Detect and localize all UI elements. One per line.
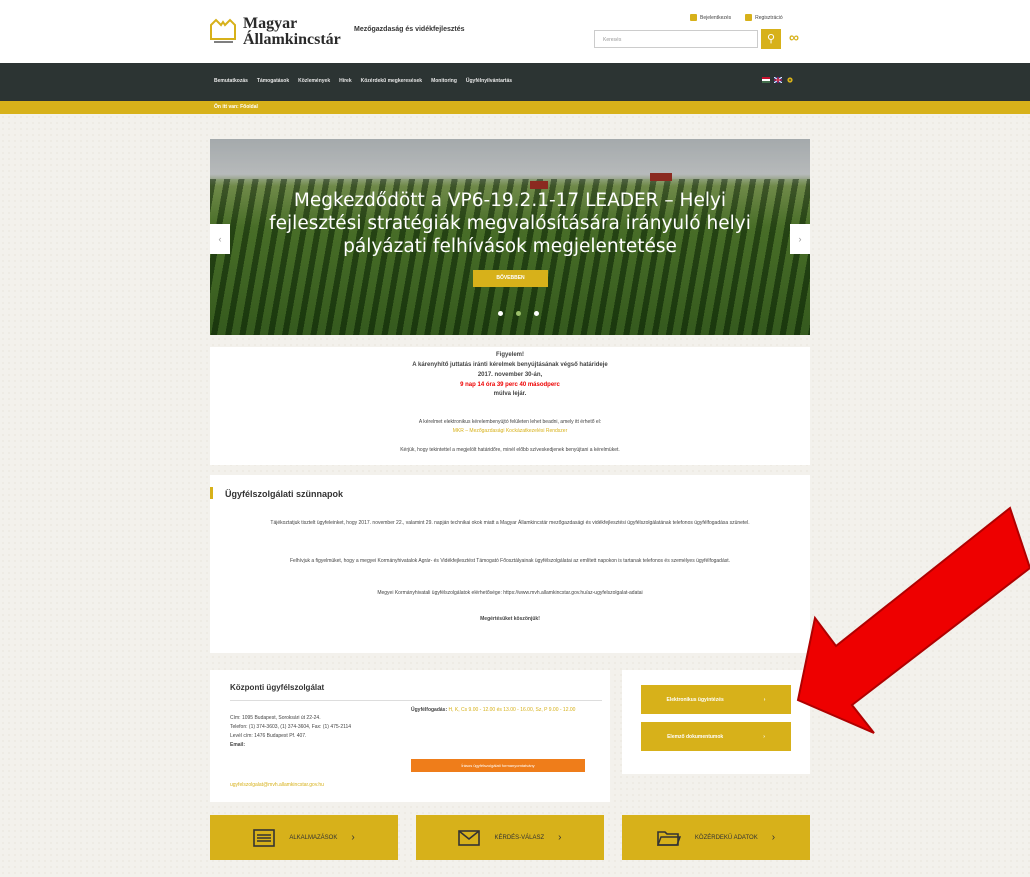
notice-text: múlva lejár.	[493, 391, 527, 397]
logo[interactable]: Magyar Államkincstár	[209, 16, 341, 48]
hours-text: H, K, Cs 9.00 - 12.00 és 13.00 - 16.00, …	[448, 707, 576, 713]
contact-details: Cím: 1095 Budapest, Soroksári út 22-24. …	[230, 714, 410, 750]
site-header: Magyar Államkincstár Mezőgazdaság és vid…	[0, 0, 1030, 63]
applications-button[interactable]: ALKALMAZÁSOK ›	[210, 815, 398, 860]
slider-dots	[498, 311, 539, 316]
closure-paragraph: Tájékoztatjuk tisztelt ügyfeleinket, hog…	[270, 520, 750, 526]
login-link[interactable]: Bejelentkezés	[690, 14, 731, 21]
nav-item-inquiries[interactable]: Közérdekű megkeresések	[361, 78, 422, 84]
english-flag-icon[interactable]	[774, 77, 782, 83]
chevron-right-icon: ›	[771, 832, 776, 843]
central-service-title: Központi ügyfélszolgálat	[230, 683, 325, 692]
phone: Telefon: (1) 374-3603, (1) 374-3604, Fax…	[230, 724, 352, 730]
analysis-docs-label: Elemző dokumentumok	[667, 733, 724, 740]
closure-paragraph: Felhívjuk a figyelmüket, hogy a megyei K…	[289, 558, 731, 564]
search-input[interactable]: Keresés	[594, 30, 758, 48]
nav-item-news[interactable]: Hírek	[339, 78, 352, 84]
nav-item-announcements[interactable]: Közlemények	[298, 78, 330, 84]
deadline-notice: Figyelem! A kárenyhítő juttatás iránti k…	[210, 347, 810, 465]
applications-label: ALKALMAZÁSOK	[289, 834, 338, 841]
opening-hours: Ügyfélfogadás: H, K, Cs 9.00 - 12.00 és …	[411, 706, 601, 714]
folder-icon	[656, 830, 681, 846]
public-data-label: KÖZÉRDEKŰ ADATOK	[694, 834, 758, 841]
notice-date: 2017. november 30-án,	[477, 372, 543, 378]
envelope-icon	[458, 829, 481, 846]
quick-links-box: Elektronikus ügyintézés › Elemző dokument…	[622, 670, 810, 774]
mail-address: Levél cím: 1476 Budapest Pf. 407.	[230, 733, 307, 739]
hungarian-flag-icon[interactable]	[762, 77, 770, 83]
main-nav: Bemutatkozás Támogatások Közlemények Hír…	[0, 63, 1030, 101]
public-data-button[interactable]: KÖZÉRDEKŰ ADATOK ›	[622, 815, 810, 860]
closure-link[interactable]: Megyei Kormányhivatali ügyfélszolgálatok…	[230, 589, 790, 597]
closure-title: Ügyfélszolgálati szünnapok	[225, 489, 344, 499]
hours-label: Ügyfélfogadás:	[411, 707, 448, 713]
slider-next-button[interactable]: ›	[790, 224, 810, 254]
chevron-right-icon: ›	[763, 733, 765, 740]
tractor-decoration	[650, 173, 672, 181]
chevron-right-icon: ›	[351, 832, 355, 843]
tractor-decoration	[530, 181, 548, 189]
slider-dot[interactable]	[498, 311, 503, 316]
hero-more-button[interactable]: BŐVEBBEN	[473, 270, 548, 287]
e-services-label: Elektronikus ügyintézés	[666, 696, 724, 703]
hero-headline: Megkezdődött a VP6-19.2.1-17 LEADER – He…	[269, 190, 751, 257]
nav-item-support[interactable]: Támogatások	[257, 78, 289, 84]
faq-button[interactable]: KÉRDÉS-VÁLASZ ›	[416, 815, 604, 860]
mkr-link[interactable]: MKR – Mezőgazdasági Kockázatkezelési Ren…	[210, 428, 810, 434]
breadcrumb-bar: Ön itt van: Főoldal	[0, 101, 1030, 114]
search-icon: ⚲	[766, 33, 776, 45]
analysis-docs-button[interactable]: Elemző dokumentumok ›	[641, 722, 791, 751]
address: Cím: 1095 Budapest, Soroksári út 22-24.	[230, 715, 321, 721]
site-tagline: Mezőgazdaság és vidékfejlesztés	[354, 26, 465, 33]
email-link[interactable]: ugyfelszolgalat@mvh.allamkincstar.gov.hu	[230, 782, 324, 788]
written-form-button[interactable]: Írásos ügyfélszolgálati formanyomtatvány	[411, 759, 585, 772]
closure-announcement: Ügyfélszolgálati szünnapok Tájékoztatjuk…	[210, 475, 810, 653]
user-icon	[745, 14, 753, 21]
logo-line-1: Magyar	[243, 15, 298, 32]
nav-item-monitoring[interactable]: Monitoring	[431, 78, 457, 84]
list-icon	[253, 828, 276, 847]
closure-thanks: Megértésüket köszönjük!	[480, 616, 540, 622]
register-link[interactable]: Regisztráció	[745, 14, 783, 21]
faq-label: KÉRDÉS-VÁLASZ	[494, 834, 545, 841]
countdown: 9 nap 14 óra 39 perc 40 másodperc	[460, 382, 560, 388]
chevron-right-icon: ›	[558, 832, 562, 843]
logo-line-2: Államkincstár	[243, 31, 341, 48]
top-links: Bejelentkezés Regisztráció	[690, 14, 783, 21]
search-button[interactable]: ⚲	[761, 29, 781, 49]
central-service-box: Központi ügyfélszolgálat Cím: 1095 Budap…	[210, 670, 610, 802]
notice-text: Kérjük, hogy tekintettel a megjelölt hat…	[400, 447, 620, 453]
notice-heading: Figyelem!	[495, 352, 524, 358]
logo-icon	[210, 18, 236, 43]
rss-icon[interactable]: ∞	[789, 29, 807, 47]
email-label: Email:	[230, 742, 246, 748]
slider-dot[interactable]	[534, 311, 539, 316]
notice-text: A kérelmet elektronikus kérelembenyújtó …	[418, 419, 602, 425]
login-icon	[690, 14, 697, 21]
breadcrumb[interactable]: Ön itt van: Főoldal	[214, 104, 258, 110]
nav-item-about[interactable]: Bemutatkozás	[214, 78, 248, 84]
notice-text: A kárenyhítő juttatás iránti kérelmek be…	[412, 362, 608, 368]
slider-dot[interactable]	[516, 311, 521, 316]
nav-item-registry[interactable]: Ügyfélnyilvántartás	[466, 78, 512, 84]
chevron-right-icon: ›	[763, 696, 766, 703]
hero-slider: Megkezdődött a VP6-19.2.1-17 LEADER – He…	[210, 139, 810, 335]
e-services-button[interactable]: Elektronikus ügyintézés ›	[641, 685, 791, 714]
accessibility-icon[interactable]	[786, 77, 794, 83]
slider-prev-button[interactable]: ‹	[210, 224, 230, 254]
